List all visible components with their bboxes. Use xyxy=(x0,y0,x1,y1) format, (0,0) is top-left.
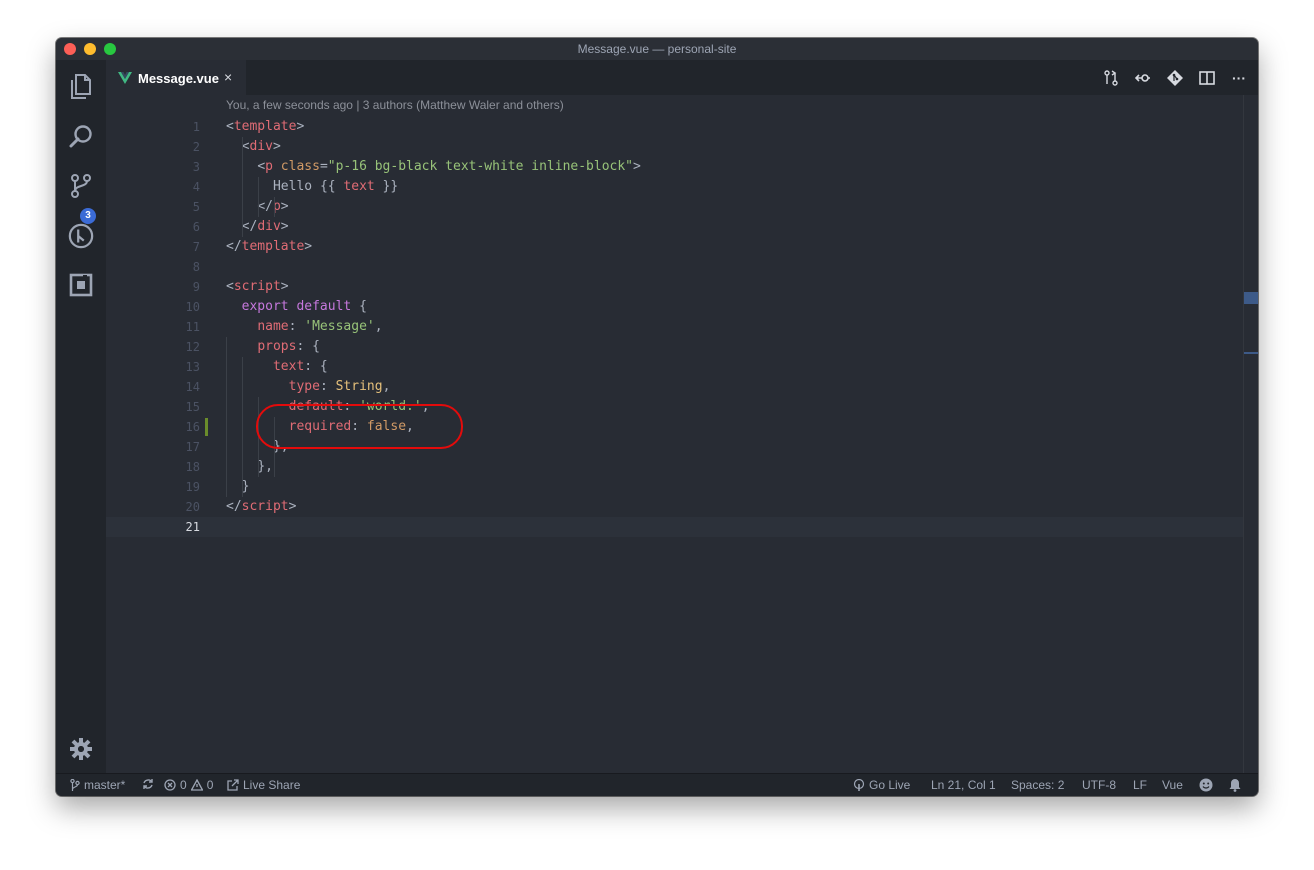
go-live-button[interactable]: Go Live xyxy=(853,778,910,792)
cursor-position[interactable]: Ln 21, Col 1 xyxy=(931,778,996,792)
debug-icon[interactable] xyxy=(68,223,94,249)
code-editor[interactable]: You, a few seconds ago | 3 authors (Matt… xyxy=(106,95,1244,774)
search-icon[interactable] xyxy=(68,124,94,150)
more-label: ··· xyxy=(1232,70,1246,86)
indent-guide xyxy=(242,357,243,497)
live-share-icon xyxy=(227,779,239,791)
branch-icon xyxy=(70,779,80,791)
gear-icon[interactable] xyxy=(68,736,94,762)
line-number: 19 xyxy=(185,480,200,494)
line-number: 5 xyxy=(192,200,200,214)
window-title: Message.vue — personal-site xyxy=(577,42,737,56)
git-icon[interactable] xyxy=(1166,69,1184,87)
code-line: 9 <script> xyxy=(106,277,1244,297)
code-line: 11 name: 'Message', xyxy=(106,317,1244,337)
code-line: 4 Hello {{ text }} xyxy=(106,177,1244,197)
notifications-bell-icon[interactable] xyxy=(1228,778,1242,792)
line-number: 15 xyxy=(185,400,200,414)
open-changes-icon[interactable] xyxy=(1134,69,1152,87)
feedback-smiley-icon[interactable] xyxy=(1199,778,1213,792)
git-modified-gutter-mark xyxy=(205,418,208,436)
editor-window: Message.vue — personal-site 3 Message.vu… xyxy=(56,38,1258,796)
line-number: 11 xyxy=(185,320,200,334)
line-number: 20 xyxy=(185,500,200,514)
branch-name: master* xyxy=(84,778,126,792)
line-number: 7 xyxy=(192,240,200,254)
warning-count: 0 xyxy=(206,778,214,792)
language-mode[interactable]: Vue xyxy=(1162,778,1183,792)
sync-icon[interactable] xyxy=(142,778,154,790)
code-line: 3 <p class="p-16 bg-black text-white inl… xyxy=(106,157,1244,177)
line-number: 21 xyxy=(185,520,200,534)
warning-icon xyxy=(190,779,203,791)
line-number: 18 xyxy=(185,460,200,474)
indent-guide xyxy=(258,177,259,217)
line-number: 13 xyxy=(185,360,200,374)
title-bar: Message.vue — personal-site xyxy=(56,38,1258,60)
code-line: 20 </script> xyxy=(106,497,1244,517)
problems-indicator[interactable]: 0 0 xyxy=(164,778,213,792)
indentation-setting[interactable]: Spaces: 2 xyxy=(1011,778,1064,792)
tab-label: Message.vue xyxy=(138,71,219,86)
indent-guide xyxy=(242,137,243,237)
explorer-icon[interactable] xyxy=(68,74,94,100)
code-line: 14 type: String, xyxy=(106,377,1244,397)
line-number: 10 xyxy=(185,300,200,314)
line-number: 3 xyxy=(192,160,200,174)
indent-guide xyxy=(226,337,227,497)
code-line: 19 } xyxy=(106,477,1244,497)
line-number: 12 xyxy=(185,340,200,354)
scrollbar-marker xyxy=(1244,352,1258,354)
line-number: 17 xyxy=(185,440,200,454)
line-number: 9 xyxy=(192,280,200,294)
line-number: 1 xyxy=(192,120,200,134)
code-line: 7 </template> xyxy=(106,237,1244,257)
line-number: 2 xyxy=(192,140,200,154)
close-tab-button[interactable]: × xyxy=(224,69,232,85)
status-bar: master* 0 0 Live Share Go Live Ln 21, Co… xyxy=(56,773,1258,796)
tab-message-vue[interactable]: Message.vue × xyxy=(106,60,246,95)
code-line: 18 }, xyxy=(106,457,1244,477)
code-line: 8 xyxy=(106,257,1244,277)
tab-bar: Message.vue × ··· xyxy=(106,60,1258,95)
activity-bar: 3 xyxy=(56,60,106,774)
code-line: 10 export default { xyxy=(106,297,1244,317)
editor-scrollbar[interactable] xyxy=(1243,95,1258,774)
split-editor-icon[interactable] xyxy=(1198,69,1216,87)
code-line: 13 text: { xyxy=(106,357,1244,377)
line-number: 16 xyxy=(185,420,200,434)
encoding-setting[interactable]: UTF-8 xyxy=(1082,778,1116,792)
go-live-label: Go Live xyxy=(869,778,911,792)
broadcast-icon xyxy=(853,779,865,791)
source-control-icon[interactable] xyxy=(68,173,94,199)
extensions-icon[interactable] xyxy=(68,272,94,298)
error-count: 0 xyxy=(180,778,187,792)
more-icon[interactable]: ··· xyxy=(1230,69,1248,87)
code-line: 6 </div> xyxy=(106,217,1244,237)
line-number: 8 xyxy=(192,260,200,274)
editor-actions: ··· xyxy=(1102,69,1248,87)
code-line: 1 <template> xyxy=(106,117,1244,137)
live-share-button[interactable]: Live Share xyxy=(227,778,300,792)
eol-setting[interactable]: LF xyxy=(1133,778,1147,792)
highlight-circle-annotation xyxy=(256,404,463,449)
code-line: 5 </p> xyxy=(106,197,1244,217)
code-line-active: 21 xyxy=(106,517,1244,537)
line-number: 14 xyxy=(185,380,200,394)
code-area: 1 <template> 2 <div> 3 <p class="p-16 bg-… xyxy=(106,117,1244,537)
compare-changes-icon[interactable] xyxy=(1102,69,1120,87)
indent-guide xyxy=(274,197,275,217)
line-number: 6 xyxy=(192,220,200,234)
error-icon xyxy=(164,779,176,791)
code-line: 12 props: { xyxy=(106,337,1244,357)
scrollbar-marker xyxy=(1244,292,1258,304)
git-blame-annotation: You, a few seconds ago | 3 authors (Matt… xyxy=(226,98,564,112)
live-share-label: Live Share xyxy=(243,778,301,792)
branch-indicator[interactable]: master* xyxy=(70,778,125,792)
line-number: 4 xyxy=(192,180,200,194)
vue-icon xyxy=(118,71,132,89)
code-line: 2 <div> xyxy=(106,137,1244,157)
